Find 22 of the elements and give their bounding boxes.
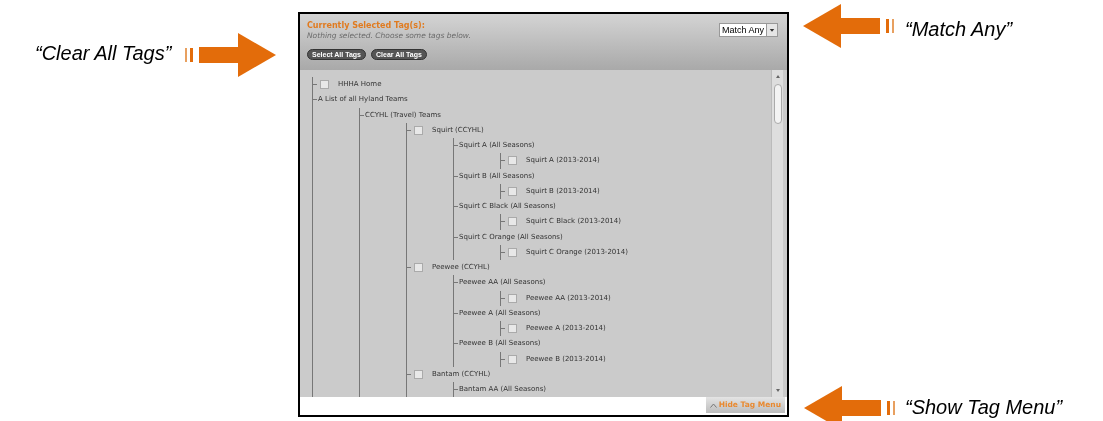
- tag-checkbox[interactable]: [508, 324, 517, 334]
- caret-up-icon: [709, 402, 717, 408]
- arrow-icon: [802, 4, 896, 48]
- tag-checkbox[interactable]: [508, 247, 517, 257]
- tag-checkbox[interactable]: [508, 293, 517, 303]
- arrow-icon: [183, 33, 277, 77]
- callout-text: “Show Tag Menu”: [905, 397, 1063, 417]
- tag-checkbox[interactable]: [320, 80, 329, 90]
- tag-checkbox[interactable]: [508, 217, 517, 227]
- callout-text: “Match Any”: [905, 19, 1013, 39]
- arrow-icon: [803, 386, 897, 421]
- scrollbar-thumb[interactable]: [774, 84, 782, 124]
- tag-checkbox[interactable]: [414, 125, 423, 135]
- tag-checkbox[interactable]: [508, 156, 517, 166]
- callout-text: “Clear All Tags”: [35, 43, 172, 63]
- tag-checkbox[interactable]: [414, 263, 423, 273]
- match-dropdown[interactable]: Match Any: [718, 23, 778, 37]
- tag-checkbox[interactable]: [414, 369, 423, 379]
- tag-checkbox[interactable]: [508, 354, 517, 364]
- scrollbar[interactable]: [771, 70, 783, 397]
- tag-checkbox[interactable]: [508, 186, 517, 196]
- header-title: Currently Selected Tag(s):: [307, 21, 425, 31]
